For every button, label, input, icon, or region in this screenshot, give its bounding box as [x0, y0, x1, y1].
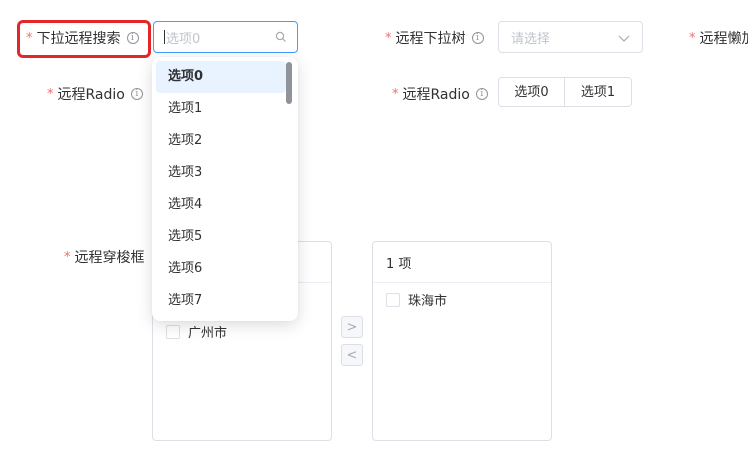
required-asterisk: *	[47, 86, 54, 102]
info-icon[interactable]: i	[130, 88, 143, 100]
remote-tree-label-text: 远程下拉树	[395, 31, 466, 47]
radio-right-label: * 远程Radio i	[392, 84, 488, 104]
info-icon[interactable]: i	[475, 88, 488, 100]
transfer-right-item[interactable]: 珠海市	[386, 290, 447, 309]
info-icon[interactable]: i	[471, 32, 484, 44]
remote-search-dropdown: 选项0 选项1 选项2 选项3 选项4 选项5 选项6 选项7	[152, 57, 298, 321]
remote-tree-select[interactable]: 请选择	[498, 21, 643, 53]
info-icon[interactable]: i	[126, 32, 139, 44]
dropdown-option[interactable]: 选项3	[156, 157, 286, 189]
checkbox[interactable]	[386, 292, 400, 307]
dropdown-option[interactable]: 选项7	[156, 285, 286, 317]
chevron-down-icon	[618, 32, 630, 47]
transfer-label: * 远程穿梭框	[64, 247, 145, 267]
radio-left-label-text: 远程Radio	[57, 87, 125, 103]
to-right-button[interactable]: >	[341, 316, 363, 338]
radio-right-label-text: 远程Radio	[402, 87, 470, 103]
to-left-button[interactable]: <	[341, 344, 363, 366]
remote-tree-label: * 远程下拉树 i	[385, 28, 484, 48]
scrollbar[interactable]	[286, 62, 292, 104]
remote-search-label: * 下拉远程搜索 i	[26, 28, 139, 48]
chevron-left-icon: <	[346, 347, 358, 363]
remote-tree-placeholder: 请选择	[511, 31, 551, 47]
radio-option-0[interactable]: 选项0	[498, 77, 565, 107]
required-asterisk: *	[385, 30, 392, 46]
dropdown-option[interactable]: 选项2	[156, 125, 286, 157]
remote-search-placeholder: 选项0	[166, 31, 201, 47]
transfer-left-item[interactable]: 广州市	[166, 322, 227, 341]
required-asterisk: *	[392, 86, 399, 102]
dropdown-option[interactable]: 选项0	[156, 61, 286, 93]
remote-search-input[interactable]: 选项0	[153, 21, 298, 53]
transfer-label-text: 远程穿梭框	[74, 250, 145, 266]
dropdown-option[interactable]: 选项5	[156, 221, 286, 253]
search-icon	[275, 31, 287, 43]
dropdown-option[interactable]: 选项6	[156, 253, 286, 285]
text-cursor	[164, 30, 165, 44]
required-asterisk: *	[689, 30, 696, 46]
transfer-left-item-label: 广州市	[188, 326, 228, 341]
radio-left-label: * 远程Radio i	[47, 84, 143, 104]
option-list: 选项0 选项1 选项2 选项3 选项4 选项5 选项6 选项7	[152, 61, 290, 317]
transfer-right-panel: 1 项 珠海市	[372, 241, 552, 441]
required-asterisk: *	[26, 30, 33, 46]
divider	[373, 282, 551, 283]
transfer-right-item-label: 珠海市	[408, 294, 448, 309]
chevron-right-icon: >	[346, 319, 358, 335]
checkbox[interactable]	[166, 324, 180, 339]
required-asterisk: *	[64, 249, 71, 265]
dropdown-option[interactable]: 选项4	[156, 189, 286, 221]
dropdown-option[interactable]: 选项1	[156, 93, 286, 125]
remote-lazy-label-text: 远程懒加	[699, 31, 748, 47]
remote-lazy-label: * 远程懒加	[689, 28, 748, 48]
transfer-right-header: 1 项	[386, 257, 412, 272]
remote-search-label-text: 下拉远程搜索	[36, 31, 121, 47]
radio-option-1[interactable]: 选项1	[564, 77, 632, 107]
